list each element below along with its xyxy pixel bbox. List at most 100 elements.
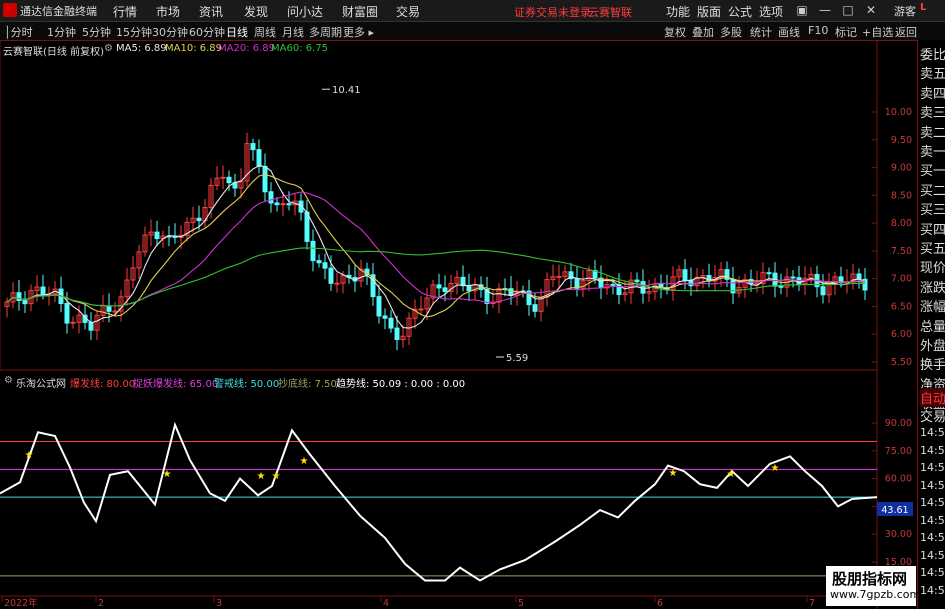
signal-star-icon: ★ bbox=[163, 469, 172, 480]
period-1min[interactable]: 1分钟 bbox=[47, 24, 76, 40]
menu-wealth[interactable]: 财富圈 bbox=[342, 3, 378, 20]
indicator-tick-label: 90.00 bbox=[885, 418, 912, 429]
date-tick-label: 7 bbox=[809, 598, 815, 609]
maximize-icon[interactable]: □ bbox=[838, 1, 858, 19]
period-daily[interactable]: 日线 bbox=[226, 24, 248, 40]
candle-body bbox=[250, 143, 256, 151]
period-more[interactable]: 更多 ▸ bbox=[343, 24, 374, 40]
date-tick-label: 6 bbox=[657, 598, 663, 609]
kline-chart[interactable]: 10.00 9.50 9.00 8.50 8.00 7.50 7.00 6.50 6.00 5.5… bbox=[0, 40, 917, 609]
watermark: 股朋指标网 www.7gpzb.com bbox=[826, 566, 920, 606]
signal-stars: ★ ★ ★ ★ ★ ★ ★ ★ bbox=[25, 450, 780, 482]
tick-time: 14:56 bbox=[920, 478, 945, 492]
candle-body bbox=[436, 284, 442, 289]
menu-function[interactable]: 功能 bbox=[666, 3, 690, 20]
menu-market[interactable]: 市场 bbox=[156, 3, 180, 20]
period-30min[interactable]: 30分钟 bbox=[152, 24, 188, 40]
period-60min[interactable]: 60分钟 bbox=[189, 24, 225, 40]
price-tick-label: 8.50 bbox=[891, 190, 912, 201]
price-annotations: 10.41 5.59 bbox=[322, 85, 528, 364]
period-multi[interactable]: 多周期 bbox=[309, 24, 342, 40]
candle-body bbox=[556, 275, 562, 278]
indicator-reference-lines bbox=[0, 441, 877, 577]
menu-options[interactable]: 选项 bbox=[759, 3, 783, 20]
candle-body bbox=[112, 310, 118, 313]
period-5min[interactable]: 5分钟 bbox=[82, 24, 111, 40]
date-tick-label: 5 bbox=[518, 598, 524, 609]
candle-body bbox=[460, 276, 466, 287]
quote-field-label: 换手 bbox=[920, 358, 945, 374]
tool-f10[interactable]: F10 bbox=[808, 24, 828, 37]
indicator-gear-icon[interactable]: ⚙ bbox=[4, 375, 13, 386]
candle-body bbox=[40, 286, 46, 296]
minimize-icon[interactable]: — bbox=[815, 1, 835, 19]
date-tick-label: 2022年 bbox=[4, 597, 38, 609]
moving-average-lines bbox=[6, 165, 866, 329]
candle-body bbox=[286, 203, 292, 206]
tool-mark[interactable]: 标记 bbox=[835, 24, 857, 40]
candle-body bbox=[682, 269, 688, 281]
menu-trade[interactable]: 交易 bbox=[396, 3, 420, 20]
candle-body bbox=[334, 282, 340, 285]
quote-field-label: 卖三 bbox=[920, 106, 945, 122]
indicator-name: 乐淘公式网 bbox=[16, 379, 66, 390]
candle-body bbox=[22, 300, 28, 305]
tick-time: 14:56 bbox=[920, 531, 945, 544]
skin-icon[interactable]: ▣ bbox=[792, 1, 812, 19]
signal-star-icon: ★ bbox=[771, 463, 780, 474]
trade-button[interactable]: 交易 bbox=[920, 406, 945, 425]
high-price-label: 10.41 bbox=[332, 85, 361, 96]
watermark-url: www.7gpzb.com bbox=[830, 588, 921, 601]
indicator-tick-label: 60.00 bbox=[885, 474, 912, 485]
tool-add-watchlist[interactable]: +自选 bbox=[862, 24, 893, 40]
quote-field-label: 委比 bbox=[920, 48, 945, 63]
quote-field-label: 买二 bbox=[920, 183, 945, 199]
login-warning[interactable]: 证券交易未登录 bbox=[514, 4, 591, 20]
candle-body bbox=[766, 272, 772, 275]
price-tick-label: 9.50 bbox=[891, 135, 912, 146]
menu-xiaoda[interactable]: 问小达 bbox=[287, 3, 323, 20]
quote-field-label: 买五 bbox=[920, 242, 945, 257]
period-weekly[interactable]: 周线 bbox=[254, 24, 276, 40]
candle-body bbox=[532, 304, 538, 312]
signal-star-icon: ★ bbox=[25, 450, 34, 461]
candle-body bbox=[310, 240, 316, 262]
tick-time: 14:56 bbox=[920, 443, 945, 457]
signal-star-icon: ★ bbox=[300, 456, 309, 467]
tool-overlay[interactable]: 叠加 bbox=[692, 24, 714, 40]
candle-body bbox=[394, 327, 400, 340]
guest-label[interactable]: 游客 bbox=[894, 3, 916, 19]
candle-body bbox=[418, 308, 424, 311]
menu-formula[interactable]: 公式 bbox=[728, 3, 752, 20]
tool-draw[interactable]: 画线 bbox=[778, 24, 800, 40]
candle-body bbox=[304, 211, 310, 242]
bottom-line-label: 抄底线: 7.50 bbox=[278, 379, 337, 390]
period-monthly[interactable]: 月线 bbox=[282, 24, 304, 40]
candle-body bbox=[220, 176, 226, 179]
signal-star-icon: ★ bbox=[272, 471, 281, 482]
candle-body bbox=[508, 288, 514, 296]
low-price-label: 5.59 bbox=[506, 353, 528, 364]
quote-field-label: 总量 bbox=[920, 319, 945, 335]
period-15min[interactable]: 15分钟 bbox=[116, 24, 152, 40]
quote-field-label: 卖五 bbox=[920, 67, 945, 83]
quote-field-label: 卖一 bbox=[920, 145, 945, 160]
menu-discover[interactable]: 发现 bbox=[244, 3, 268, 20]
menu-quotes[interactable]: 行情 bbox=[113, 3, 137, 20]
tool-back[interactable]: 返回 bbox=[895, 24, 917, 40]
tool-adjust[interactable]: 复权 bbox=[664, 24, 686, 40]
price-tick-label: 8.00 bbox=[891, 218, 912, 229]
quote-field-label: 外盘 bbox=[920, 339, 945, 354]
period-timeshare[interactable]: │分时 bbox=[4, 24, 33, 40]
demon-burst-line-label: 捉妖爆发线: 65.00 bbox=[133, 379, 219, 390]
ma-line bbox=[6, 165, 866, 329]
price-axis: 10.00 9.50 9.00 8.50 8.00 7.50 7.00 6.50 6.00 5.5… bbox=[872, 107, 912, 368]
menu-layout[interactable]: 版面 bbox=[697, 3, 721, 20]
tool-stats[interactable]: 统计 bbox=[750, 24, 772, 40]
auto-trade-button[interactable]: 自动 bbox=[920, 388, 945, 407]
tick-time: 14:56 bbox=[920, 566, 945, 579]
tick-time: 14:56 bbox=[920, 513, 945, 527]
menu-news[interactable]: 资讯 bbox=[199, 3, 223, 20]
tool-multistock[interactable]: 多股 bbox=[720, 24, 742, 40]
close-icon[interactable]: ✕ bbox=[861, 1, 881, 19]
